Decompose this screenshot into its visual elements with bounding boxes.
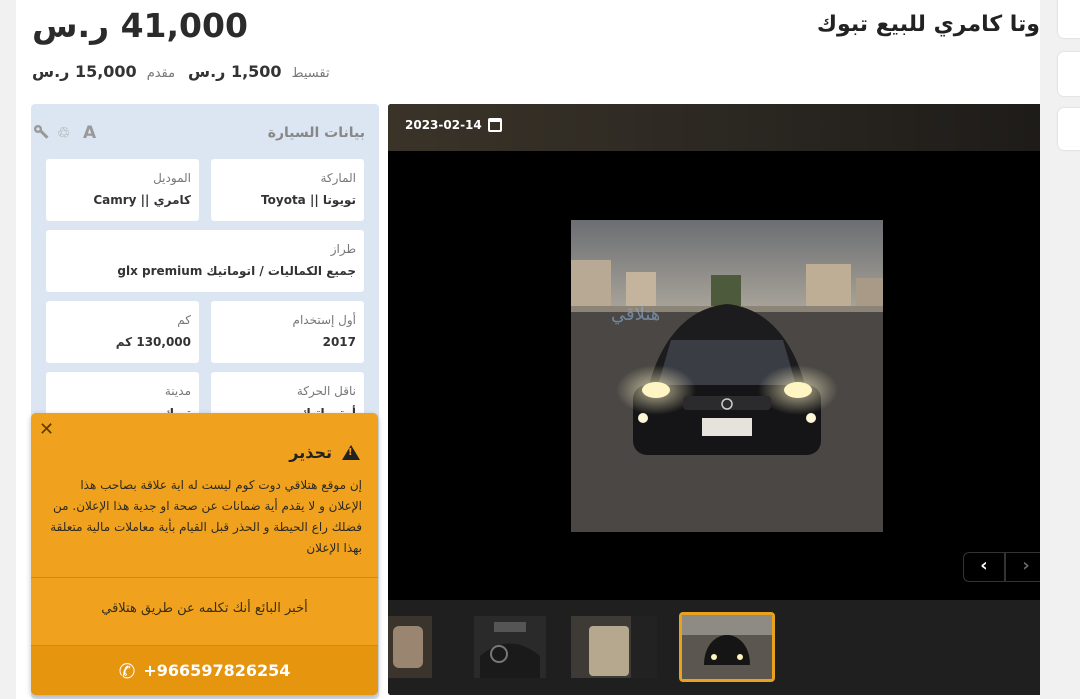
photo-gallery: 2023-02-14 هتلاقي ‹ ›: [388, 104, 1040, 695]
close-icon[interactable]: ✕: [39, 419, 54, 440]
font-size-icon[interactable]: A: [83, 124, 96, 142]
warning-icon: [342, 445, 360, 460]
specs-title: بيانات السيارة: [267, 125, 365, 141]
down-payment: مقدم 15,000 ر.س: [32, 62, 175, 81]
spec-label: ناقل الحركة: [296, 384, 356, 398]
down-payment-label: مقدم: [146, 66, 176, 81]
thumbnail-2[interactable]: [474, 616, 546, 678]
date-text: 2023-02-14: [405, 118, 482, 132]
warning-heading: تحذير: [289, 443, 360, 462]
calendar-icon: [487, 118, 502, 132]
listing-title: وتا كامري للبيع تبوك: [816, 12, 1040, 37]
listing-price: 41,000 ر.س: [32, 6, 248, 45]
phone-icon: ✆: [118, 658, 136, 683]
recycle-icon[interactable]: ♲: [57, 124, 70, 142]
spec-label: أول إستخدام: [292, 313, 356, 327]
thumbnail-3[interactable]: [571, 616, 657, 678]
seller-note: أخبر البائع أنك تكلمه عن طريق هتلاقي: [101, 601, 308, 616]
spec-label: الموديل: [153, 171, 191, 185]
spec-value: 130,000 كم: [115, 335, 191, 349]
spec-value: 2017: [322, 335, 356, 349]
side-tab-1[interactable]: [1058, 0, 1080, 38]
down-payment-value: 15,000 ر.س: [32, 62, 137, 81]
warning-popup: ✕ تحذير إن موقع هتلاقي دوت كوم ليست له ا…: [31, 413, 378, 695]
spec-model: الموديل كامري || Camry: [46, 159, 199, 221]
divider: [31, 577, 378, 578]
gallery-next-button[interactable]: ‹: [963, 552, 1005, 582]
main-car-photo[interactable]: هتلاقي: [571, 220, 883, 532]
watermark: هتلاقي: [611, 304, 660, 325]
spec-value: جميع الكماليات / اتوماتيك glx premium: [117, 264, 356, 278]
installment-value: 1,500 ر.س: [188, 62, 282, 81]
spec-brand: الماركة تويوتا || Toyota: [211, 159, 364, 221]
installment-price: تقسيط 1,500 ر.س: [188, 62, 330, 81]
spec-label: الماركة: [320, 171, 356, 185]
thumbnail-strip: [388, 600, 1040, 695]
specs-header: بيانات السيارة A ♲: [31, 104, 379, 154]
spec-mileage: كم 130,000 كم: [46, 301, 199, 363]
gallery-header: 2023-02-14: [388, 104, 1040, 151]
side-tab-3[interactable]: [1058, 108, 1080, 150]
thumbnail-4[interactable]: [679, 612, 775, 682]
spec-value: كامري || Camry: [93, 193, 191, 207]
spec-trim: طراز جميع الكماليات / اتوماتيك glx premi…: [46, 230, 364, 292]
side-tab-2[interactable]: [1058, 52, 1080, 96]
spec-first-use: أول إستخدام 2017: [211, 301, 364, 363]
listing-date: 2023-02-14: [405, 118, 502, 132]
thumbnail-1[interactable]: [388, 616, 432, 678]
installment-label: تقسيط: [291, 66, 330, 81]
warning-title: تحذير: [289, 443, 332, 462]
spec-label: مدينة: [164, 384, 191, 398]
spec-value: تويوتا || Toyota: [261, 193, 356, 207]
spec-label: كم: [177, 313, 191, 327]
call-seller-button[interactable]: ✆ +966597826254: [31, 645, 378, 695]
phone-number: +966597826254: [143, 661, 291, 680]
spec-label: طراز: [330, 242, 356, 256]
gallery-prev-button[interactable]: ›: [1005, 552, 1040, 582]
wrench-icon[interactable]: [33, 124, 51, 144]
warning-text: إن موقع هتلاقي دوت كوم ليست له اية علاقة…: [50, 478, 362, 555]
